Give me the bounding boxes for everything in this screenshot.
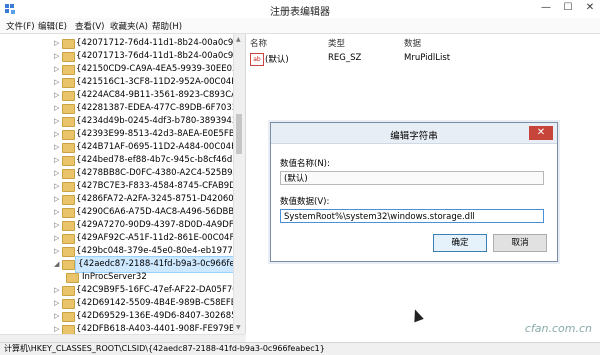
folder-icon xyxy=(62,208,75,218)
folder-icon xyxy=(62,195,75,205)
folder-icon xyxy=(62,325,75,334)
dialog-close-button[interactable]: ✕ xyxy=(529,126,553,140)
folder-icon xyxy=(62,143,75,153)
folder-icon xyxy=(62,286,75,296)
value-data: MruPidlList xyxy=(404,53,451,63)
folder-icon xyxy=(62,182,75,192)
close-button[interactable]: ✕ xyxy=(584,2,596,13)
dialog-title: 编辑字符串 xyxy=(390,131,438,142)
tree-vertical-scrollbar[interactable]: ▲ ▼ xyxy=(233,34,245,334)
folder-icon xyxy=(62,299,75,309)
title-bar: 注册表编辑器 — ☐ ✕ xyxy=(0,0,600,19)
edit-string-dialog: 编辑字符串 ✕ 数值名称(N): (默认) 数值数据(V): SystemRoo… xyxy=(270,122,558,262)
folder-icon xyxy=(62,117,75,127)
tree-key-label: {42DFB618-A403-4401-908F-FE979B2215C8} xyxy=(76,324,246,334)
folder-icon xyxy=(66,273,79,283)
dialog-title-bar: 编辑字符串 ✕ xyxy=(271,123,557,144)
folder-icon xyxy=(62,78,75,88)
value-name: (默认) xyxy=(265,55,289,65)
expand-arrow-icon[interactable]: ▷ xyxy=(54,322,62,334)
folder-icon xyxy=(62,234,75,244)
menu-edit[interactable]: 编辑(E) xyxy=(38,20,67,32)
watermark: cfan.com.cn xyxy=(524,322,592,335)
folder-icon xyxy=(62,312,75,322)
value-name-label: 数值名称(N): xyxy=(280,159,330,169)
folder-icon xyxy=(62,130,75,140)
menu-file[interactable]: 文件(F) xyxy=(6,20,35,32)
folder-icon xyxy=(62,104,75,114)
maximize-button[interactable]: ☐ xyxy=(562,2,574,13)
cancel-button[interactable]: 取消 xyxy=(493,234,547,252)
menu-view[interactable]: 查看(V) xyxy=(75,20,104,32)
column-header-data[interactable]: 数据 xyxy=(404,37,421,49)
folder-icon xyxy=(62,156,75,166)
value-data-label: 数值数据(V): xyxy=(280,197,330,207)
key-tree[interactable]: ▷{42071712-76d4-11d1-8b24-00a0c9068ff3}▷… xyxy=(0,34,246,334)
registry-editor-window: 注册表编辑器 — ☐ ✕ 文件(F) 编辑(E) 查看(V) 收藏夹(A) 帮助… xyxy=(0,0,600,355)
folder-icon xyxy=(62,65,75,75)
value-data-field[interactable]: SystemRoot%\system32\windows.storage.dll xyxy=(280,209,544,223)
column-header-type[interactable]: 类型 xyxy=(328,37,345,49)
value-name-field[interactable]: (默认) xyxy=(280,171,544,185)
folder-icon xyxy=(62,39,75,49)
tree-key-item[interactable]: ▷ {42DFB618-A403-4401-908F-FE979B2215C8} xyxy=(0,322,245,334)
scrollbar-thumb[interactable] xyxy=(236,114,242,154)
status-path: 计算机\HKEY_CLASSES_ROOT\CLSID\{42aedc87-21… xyxy=(4,344,325,353)
menu-bar: 文件(F) 编辑(E) 查看(V) 收藏夹(A) 帮助(H) xyxy=(0,18,600,34)
folder-icon xyxy=(62,221,75,231)
scroll-up-arrow-icon[interactable]: ▲ xyxy=(236,36,241,43)
scroll-down-arrow-icon[interactable]: ▼ xyxy=(236,324,241,331)
minimize-button[interactable]: — xyxy=(540,2,552,13)
window-title: 注册表编辑器 xyxy=(270,7,330,18)
status-bar: 计算机\HKEY_CLASSES_ROOT\CLSID\{42aedc87-21… xyxy=(0,342,600,355)
value-type: REG_SZ xyxy=(328,53,362,63)
folder-icon xyxy=(62,169,75,179)
folder-icon xyxy=(62,52,75,62)
menu-help[interactable]: 帮助(H) xyxy=(152,20,182,32)
string-value-icon: ab xyxy=(250,53,264,66)
folder-icon xyxy=(62,260,75,270)
value-row[interactable]: ab (默认) REG_SZ MruPidlList xyxy=(250,52,590,66)
menu-favorites[interactable]: 收藏夹(A) xyxy=(110,20,148,32)
folder-icon xyxy=(62,247,75,257)
folder-icon xyxy=(62,91,75,101)
ok-button[interactable]: 确定 xyxy=(433,234,487,252)
column-header-name[interactable]: 名称 xyxy=(250,37,267,49)
